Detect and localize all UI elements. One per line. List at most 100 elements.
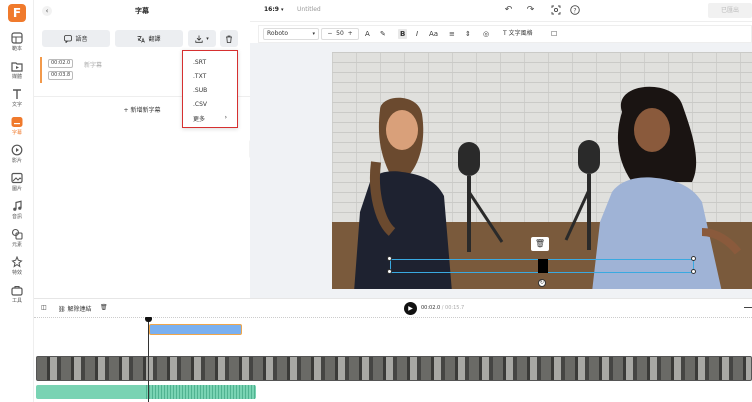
menu-item-sub[interactable]: .SUB: [193, 87, 207, 94]
app-root: F 範本 媒體 文字 字幕 影片 圖片 音訊 元素 特效 工具 ‹ 字幕 語音 …: [0, 0, 752, 402]
subtitle-active-bar: [40, 57, 42, 83]
resize-handle[interactable]: [691, 256, 696, 261]
resize-handle[interactable]: [387, 256, 392, 261]
trash-icon: [226, 35, 232, 43]
delete-text-button[interactable]: 🗑: [531, 237, 549, 251]
font-size-stepper[interactable]: − 50 +: [321, 28, 359, 40]
aspect-ratio-select[interactable]: 16:9 ▾: [264, 6, 284, 13]
rail-item-text[interactable]: 文字: [0, 88, 34, 114]
svg-text:?: ?: [573, 7, 576, 14]
bold-icon[interactable]: B: [398, 29, 408, 39]
rail-item-template[interactable]: 範本: [0, 32, 34, 58]
left-microphone: [458, 142, 504, 252]
menu-item-more[interactable]: 更多: [193, 114, 205, 123]
video-track-clip[interactable]: [36, 356, 752, 381]
rail-item-image[interactable]: 圖片: [0, 172, 34, 198]
rail-label: 範本: [11, 46, 22, 52]
media-icon: [11, 62, 23, 72]
subtitle-end-time[interactable]: 00:03.8: [48, 71, 74, 80]
delete-button[interactable]: [220, 30, 238, 47]
menu-item-srt[interactable]: .SRT: [193, 59, 206, 66]
rail-label: 工具: [11, 298, 22, 304]
split-icon[interactable]: ◫: [41, 304, 47, 311]
rail-label: 媒體: [11, 74, 22, 80]
zoom-out-icon[interactable]: [744, 307, 752, 308]
playhead[interactable]: [145, 317, 152, 402]
translate-icon: [137, 35, 146, 43]
text-icon: [13, 89, 21, 99]
download-button[interactable]: ▾: [188, 30, 216, 47]
top-bar: 16:9 ▾ Untitled ↶ ↷ ? 已匯出: [250, 0, 752, 22]
rail-item-audio[interactable]: 音訊: [0, 200, 34, 226]
template-icon: [11, 32, 23, 44]
timeline-ruler: [34, 317, 752, 323]
play-icon: ▶: [408, 305, 413, 312]
menu-item-csv[interactable]: .CSV: [193, 101, 207, 108]
help-icon[interactable]: ?: [569, 5, 580, 16]
unlink-label: 解除連結: [67, 306, 92, 313]
text-style-button[interactable]: T 文字風格: [503, 29, 533, 39]
chevron-down-icon: ▾: [206, 35, 209, 42]
subtitle-text[interactable]: 新字幕: [84, 60, 102, 69]
play-button[interactable]: ▶: [404, 302, 417, 315]
rail-item-elements[interactable]: 元素: [0, 228, 34, 254]
rail-item-effects[interactable]: 特效: [0, 256, 34, 282]
export-button[interactable]: 已匯出: [708, 3, 752, 18]
rail-label: 文字: [11, 102, 22, 108]
project-title[interactable]: Untitled: [297, 6, 321, 13]
unlink-icon: ⛓: [58, 306, 68, 313]
trash-icon[interactable]: 🗑: [100, 304, 108, 311]
rail-item-subtitle[interactable]: 字幕: [0, 116, 34, 142]
subtitle-icon: [11, 117, 23, 127]
subtitle-panel: ‹ 字幕 語音 翻譯 ▾ 00:02.0 00:03.8 新字幕 + 新增新字幕: [34, 0, 250, 298]
video-icon: [11, 144, 23, 156]
add-subtitle-label: 新增新字幕: [130, 107, 161, 114]
audio-track-clip[interactable]: [36, 385, 256, 399]
color-palette-icon[interactable]: ◎: [483, 29, 489, 39]
current-time: 00:02.0: [421, 305, 441, 311]
voice-button[interactable]: 語音: [42, 30, 110, 47]
highlight-icon[interactable]: ✎: [380, 29, 386, 39]
unlink-button[interactable]: ⛓ 解除連結: [58, 304, 92, 313]
voice-button-label: 語音: [75, 36, 88, 43]
video-preview[interactable]: [332, 52, 752, 289]
screenshot-icon[interactable]: [550, 5, 561, 16]
text-color-icon[interactable]: A: [365, 29, 370, 39]
rail-label: 圖片: [11, 186, 22, 192]
resize-handle[interactable]: [691, 269, 696, 274]
align-icon[interactable]: ≡: [449, 29, 455, 39]
subtitle-clip[interactable]: [149, 324, 242, 335]
chevron-down-icon: ▾: [312, 31, 315, 37]
subtitle-text-block: [538, 259, 548, 273]
translate-button-label: 翻譯: [148, 36, 161, 43]
panel-title: 字幕: [135, 7, 149, 15]
undo-icon[interactable]: ↶: [503, 5, 514, 16]
rail-label: 音訊: [11, 214, 22, 220]
total-time: / 00:15.7: [441, 305, 465, 311]
font-family-select[interactable]: Roboto ▾: [263, 28, 319, 40]
trash-icon: 🗑: [534, 239, 546, 248]
rotate-handle-icon[interactable]: ↻: [538, 279, 546, 287]
download-format-menu: .SRT .TXT .SUB .CSV 更多 ›: [182, 50, 238, 128]
rail-item-video[interactable]: 影片: [0, 144, 34, 170]
timeline: ◫ ⛓ 解除連結 🗑 ▶ 00:02.0 / 00:15.7: [34, 298, 752, 402]
subtitle-start-time[interactable]: 00:02.0: [48, 59, 74, 68]
app-logo[interactable]: F: [8, 4, 26, 22]
italic-icon[interactable]: I: [416, 29, 418, 39]
resize-handle[interactable]: [387, 269, 392, 274]
image-icon: [11, 172, 23, 184]
rail-label: 元素: [11, 242, 22, 248]
font-size-value: 50: [336, 30, 344, 37]
rail-item-media[interactable]: 媒體: [0, 60, 34, 86]
left-rail: F 範本 媒體 文字 字幕 影片 圖片 音訊 元素 特效 工具: [0, 0, 34, 402]
line-spacing-icon[interactable]: ⇕: [465, 29, 471, 39]
text-case-icon[interactable]: Aa: [429, 29, 438, 39]
menu-item-txt[interactable]: .TXT: [193, 73, 206, 80]
redo-icon[interactable]: ↷: [525, 5, 536, 16]
comment-icon[interactable]: ☐: [551, 29, 557, 39]
text-style-label: 文字風格: [508, 30, 533, 37]
translate-button[interactable]: 翻譯: [115, 30, 183, 47]
panel-header: ‹ 字幕: [34, 0, 250, 22]
rail-item-tools[interactable]: 工具: [0, 284, 34, 310]
download-icon: [195, 35, 203, 43]
